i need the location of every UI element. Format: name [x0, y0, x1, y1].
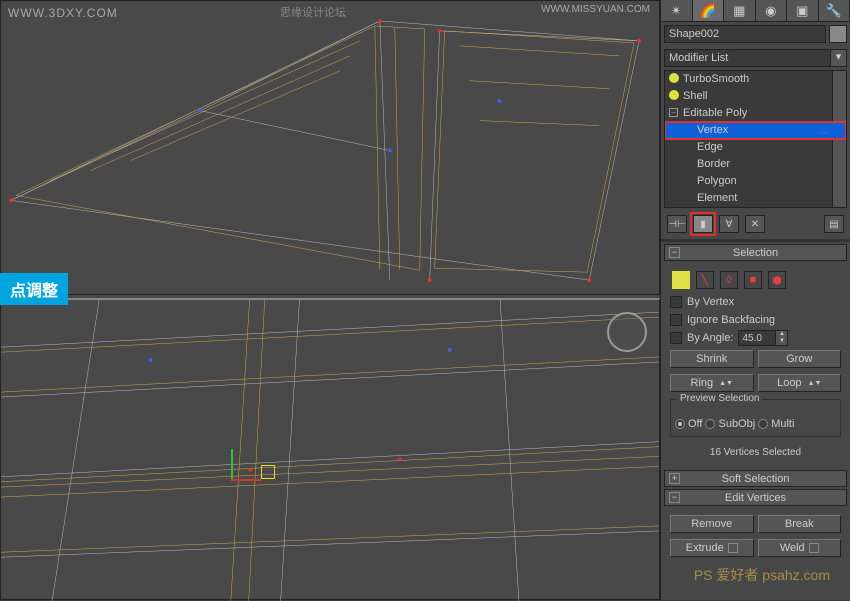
plus-icon: + — [669, 473, 680, 484]
dropdown-arrow-icon[interactable]: ▾ — [830, 50, 846, 66]
configure-sets-button[interactable]: ▤ — [824, 215, 844, 233]
stack-toolbar: ⊣⊢ ▮ ∀ ✕ ▤ — [661, 211, 850, 237]
ignore-backfacing-checkbox[interactable] — [670, 314, 682, 326]
tab-utilities[interactable]: 🔧 — [819, 0, 850, 21]
by-vertex-checkbox[interactable] — [670, 296, 682, 308]
remove-button[interactable]: Remove — [670, 515, 754, 533]
rollout-soft-selection-header[interactable]: + Soft Selection — [664, 470, 847, 487]
ring-button[interactable]: Ring▲▼ — [670, 374, 754, 392]
break-button[interactable]: Break — [758, 515, 842, 533]
viewport-area: WWW.3DXY.COM 思缘设计论坛 点调整 — [0, 0, 660, 600]
gizmo-xy-plane[interactable] — [261, 465, 275, 479]
stack-item-shell[interactable]: Shell — [665, 88, 846, 105]
remove-modifier-button[interactable]: ✕ — [745, 215, 765, 233]
selection-status: 16 Vertices Selected — [670, 441, 841, 464]
rollout-selection-body: ∴ ╲ ◊ ■ ⬢ By Vertex Ignore Backfacing By… — [664, 263, 847, 468]
object-color-swatch[interactable] — [829, 25, 847, 43]
loop-button[interactable]: Loop▲▼ — [758, 374, 842, 392]
weld-button[interactable]: Weld — [758, 539, 842, 557]
object-name-input[interactable] — [664, 25, 826, 43]
rollout-edit-vertices-body: Remove Break Extrude Weld — [664, 508, 847, 564]
preview-selection-group: Preview Selection Off SubObj Multi — [670, 399, 841, 437]
command-panel-tabs: ✴ 🌈 ▦ ◉ ▣ 🔧 — [661, 0, 850, 22]
dots-icon: ∙∙∙∙ — [819, 126, 828, 139]
subobj-polygon-icon[interactable]: ■ — [744, 271, 762, 289]
preview-multi-radio[interactable] — [758, 419, 768, 429]
minus-icon: − — [669, 492, 680, 503]
rollout-edit-vertices-header[interactable]: − Edit Vertices — [664, 489, 847, 506]
wireframe-top — [1, 1, 659, 295]
by-angle-checkbox[interactable] — [670, 332, 682, 344]
stack-item-vertex[interactable]: Vertex∙∙∙∙ — [665, 122, 846, 139]
spinner-down-icon[interactable]: ▼ — [775, 338, 787, 345]
shrink-button[interactable]: Shrink — [670, 350, 754, 368]
grow-button[interactable]: Grow — [758, 350, 842, 368]
by-vertex-label: By Vertex — [687, 296, 734, 308]
stack-item-turbosmooth[interactable]: TurboSmooth — [665, 71, 846, 88]
watermark-url: WWW.3DXY.COM — [8, 6, 118, 20]
minus-icon: − — [669, 247, 680, 258]
viewcube[interactable] — [607, 312, 647, 352]
modifier-stack[interactable]: TurboSmooth Shell −Editable Poly Vertex∙… — [664, 70, 847, 208]
collapse-icon[interactable]: − — [669, 108, 678, 117]
lightbulb-icon[interactable] — [669, 90, 679, 100]
pin-stack-button[interactable]: ⊣⊢ — [667, 215, 687, 233]
ignore-backfacing-label: Ignore Backfacing — [687, 314, 775, 326]
lightbulb-icon[interactable] — [669, 73, 679, 83]
settings-icon[interactable] — [728, 543, 738, 553]
watermark-center: 思缘设计论坛 — [280, 4, 346, 20]
rollout-selection-header[interactable]: − Selection — [664, 244, 847, 261]
viewport-top[interactable] — [0, 0, 660, 295]
command-panel: ✴ 🌈 ▦ ◉ ▣ 🔧 Modifier List ▾ TurboSmooth … — [660, 0, 850, 600]
wireframe-bottom — [1, 300, 659, 601]
modifier-list-label: Modifier List — [665, 50, 830, 66]
stack-item-border[interactable]: Border — [665, 156, 846, 173]
gizmo-y-axis[interactable] — [231, 449, 233, 479]
tab-hierarchy[interactable]: ▦ — [724, 0, 756, 21]
settings-icon[interactable] — [809, 543, 819, 553]
preview-subobj-radio[interactable] — [705, 419, 715, 429]
stack-item-editable-poly[interactable]: −Editable Poly — [665, 105, 846, 122]
angle-spinner[interactable]: ▲▼ — [738, 330, 788, 346]
stack-item-edge[interactable]: Edge — [665, 139, 846, 156]
gizmo-x-axis[interactable] — [231, 479, 261, 481]
preview-off-radio[interactable] — [675, 419, 685, 429]
make-unique-button[interactable]: ∀ — [719, 215, 739, 233]
subobj-vertex-icon[interactable]: ∴ — [672, 271, 690, 289]
watermark-right: WWW.MISSYUAN.COM — [541, 4, 650, 15]
modifier-list-dropdown[interactable]: Modifier List ▾ — [664, 49, 847, 67]
tab-display[interactable]: ▣ — [787, 0, 819, 21]
tab-motion[interactable]: ◉ — [756, 0, 788, 21]
stack-item-polygon[interactable]: Polygon — [665, 173, 846, 190]
viewport-bottom[interactable] — [0, 298, 660, 600]
transform-gizmo[interactable] — [231, 449, 291, 509]
tab-modify[interactable]: 🌈 — [693, 0, 725, 21]
by-angle-label: By Angle: — [687, 332, 733, 344]
subobj-element-icon[interactable]: ⬢ — [768, 271, 786, 289]
subobj-edge-icon[interactable]: ╲ — [696, 271, 714, 289]
tab-create[interactable]: ✴ — [661, 0, 693, 21]
preview-legend: Preview Selection — [677, 393, 762, 404]
show-end-result-button[interactable]: ▮ — [693, 215, 713, 233]
spinner-up-icon[interactable]: ▲ — [775, 331, 787, 338]
subobj-border-icon[interactable]: ◊ — [720, 271, 738, 289]
stack-item-element[interactable]: Element — [665, 190, 846, 207]
annotation-label: 点调整 — [0, 273, 68, 305]
extrude-button[interactable]: Extrude — [670, 539, 754, 557]
